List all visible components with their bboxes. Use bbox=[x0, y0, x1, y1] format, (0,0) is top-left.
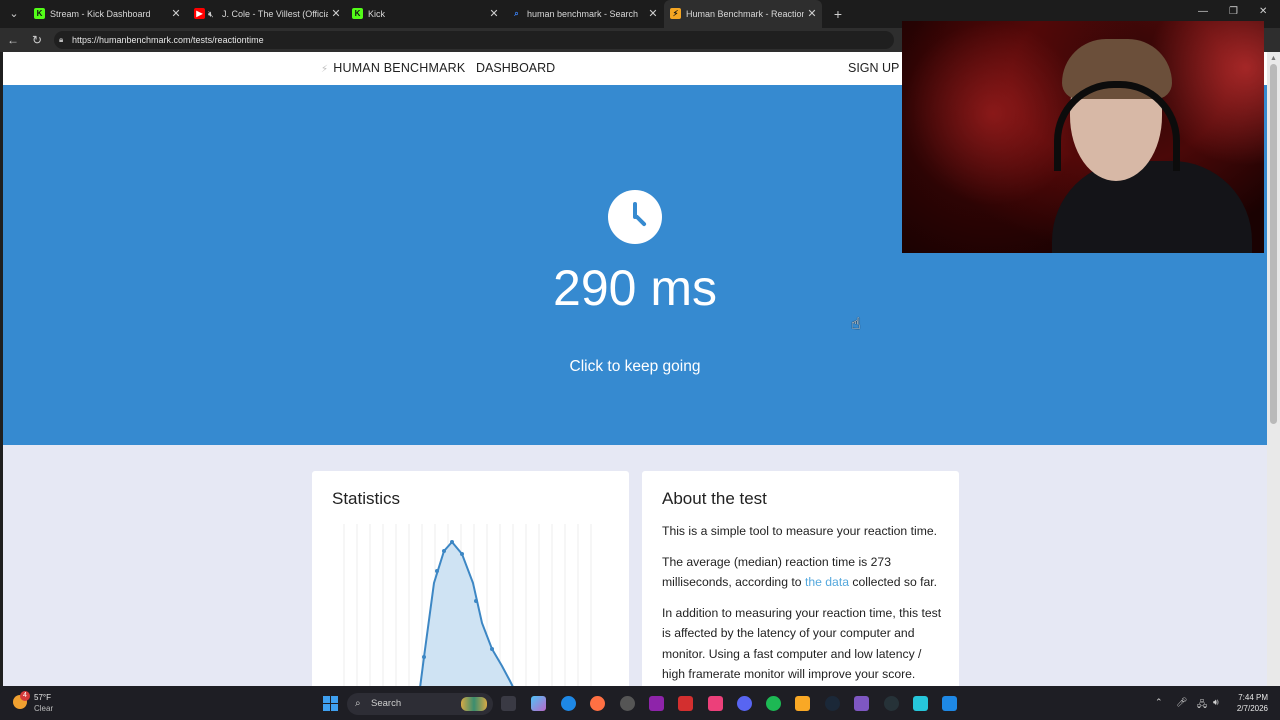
scroll-up-arrow-icon[interactable]: ▲ bbox=[1270, 55, 1277, 62]
about-paragraph-2: The average (median) reaction time is 27… bbox=[662, 552, 942, 593]
about-text-segment: collected so far. bbox=[849, 575, 938, 589]
taskbar-date[interactable]: 2/7/2026 bbox=[1230, 704, 1268, 713]
webcam-overlay bbox=[902, 21, 1264, 253]
statistics-card: Statistics bbox=[312, 471, 629, 686]
app-dark-icon[interactable] bbox=[884, 696, 899, 711]
close-window-icon[interactable]: ✕ bbox=[1259, 6, 1267, 17]
task-view-icon[interactable] bbox=[501, 696, 516, 711]
copilot-icon[interactable] bbox=[531, 696, 546, 711]
statistics-title: Statistics bbox=[332, 489, 401, 508]
windows-start-icon[interactable] bbox=[323, 696, 338, 711]
close-tab-icon[interactable]: ✕ bbox=[330, 0, 342, 28]
the-data-link[interactable]: the data bbox=[805, 575, 849, 589]
tab-actions-menu-icon[interactable]: ⌄ bbox=[4, 4, 24, 24]
tab-title: Kick bbox=[368, 9, 386, 19]
scrollbar-thumb[interactable] bbox=[1270, 64, 1277, 424]
tab-title: J. Cole - The Villest (Official Au bbox=[222, 9, 328, 19]
about-paragraph-1: This is a simple tool to measure your re… bbox=[662, 524, 938, 538]
tab-youtube-video[interactable]: ▶ J. Cole - The Villest (Official Au 🔇︎ … bbox=[188, 0, 346, 28]
clock-icon bbox=[608, 190, 662, 244]
notification-badge: 4 bbox=[20, 691, 30, 701]
lightning-icon: ⚡︎ bbox=[321, 64, 329, 75]
restore-icon[interactable]: ❐ bbox=[1229, 6, 1238, 17]
nav-dashboard-link[interactable]: DASHBOARD bbox=[476, 61, 555, 75]
spotify-icon[interactable] bbox=[766, 696, 781, 711]
page-scrollbar[interactable]: ▲ bbox=[1267, 52, 1280, 686]
about-title: About the test bbox=[662, 489, 767, 508]
reaction-time-distribution-chart bbox=[343, 524, 592, 686]
kick-icon: K bbox=[34, 8, 45, 19]
close-tab-icon[interactable]: ✕ bbox=[488, 0, 500, 28]
site-logo-link[interactable]: ⚡︎ HUMAN BENCHMARK bbox=[321, 61, 465, 75]
click-to-continue-text: Click to keep going bbox=[569, 358, 701, 375]
about-text: This is a simple tool to measure your re… bbox=[662, 521, 942, 686]
taskbar-time[interactable]: 7:44 PM bbox=[1236, 693, 1268, 702]
close-tab-icon[interactable]: ✕ bbox=[806, 0, 818, 28]
tab-title: Stream - Kick Dashboard bbox=[50, 9, 151, 19]
reaction-time-result: 290 ms bbox=[553, 260, 717, 316]
search-icon: ⌕ bbox=[355, 698, 361, 709]
tab-human-benchmark[interactable]: ⚡︎ Human Benchmark - Reaction Tim ✕ bbox=[664, 0, 822, 28]
refresh-icon[interactable]: ↻ bbox=[29, 32, 45, 48]
hand-pointer-cursor-icon: ☝︎ bbox=[851, 316, 861, 333]
app-icon[interactable] bbox=[649, 696, 664, 711]
url-field[interactable]: 🔒︎ https://humanbenchmark.com/tests/reac… bbox=[54, 31, 894, 49]
itunes-icon[interactable] bbox=[708, 696, 723, 711]
tab-title: human benchmark - Search bbox=[527, 9, 639, 19]
clipchamp-icon[interactable] bbox=[854, 696, 869, 711]
close-tab-icon[interactable]: ✕ bbox=[647, 0, 659, 28]
fx-app-icon[interactable] bbox=[942, 696, 957, 711]
url-text: https://humanbenchmark.com/tests/reactio… bbox=[72, 35, 264, 45]
windows-taskbar: 4 57°F Clear ⌕ Search ⌃ 🎤︎ 🖧︎ 🔊︎ 7:44 PM… bbox=[0, 686, 1280, 720]
app-teal-icon[interactable] bbox=[913, 696, 928, 711]
tab-kick-dashboard[interactable]: K Stream - Kick Dashboard ✕ bbox=[28, 0, 186, 28]
microphone-icon[interactable]: 🎤︎ bbox=[1176, 697, 1187, 708]
search-highlight-icon bbox=[461, 697, 487, 711]
about-card: About the test This is a simple tool to … bbox=[642, 471, 959, 686]
network-icon[interactable]: 🖧︎ bbox=[1197, 697, 1207, 713]
minimize-icon[interactable]: — bbox=[1198, 6, 1208, 17]
firefox-icon[interactable] bbox=[590, 696, 605, 711]
youtube-icon: ▶ bbox=[194, 8, 205, 19]
site-logo-text: HUMAN BENCHMARK bbox=[333, 61, 466, 75]
kick-icon: K bbox=[352, 8, 363, 19]
back-arrow-icon[interactable]: ← bbox=[5, 32, 21, 48]
tab-search[interactable]: ⌕ human benchmark - Search ✕ bbox=[505, 0, 663, 28]
close-tab-icon[interactable]: ✕ bbox=[170, 0, 182, 28]
tab-title: Human Benchmark - Reaction Tim bbox=[686, 9, 804, 19]
show-hidden-icons-icon[interactable]: ⌃ bbox=[1155, 697, 1163, 708]
search-icon: ⌕ bbox=[514, 9, 519, 18]
weather-description[interactable]: Clear bbox=[34, 704, 53, 713]
muted-speaker-icon[interactable]: 🔇︎ bbox=[208, 0, 214, 28]
edge-browser-icon[interactable] bbox=[561, 696, 576, 711]
weather-temperature[interactable]: 57°F bbox=[34, 693, 51, 702]
nav-signup-link[interactable]: SIGN UP bbox=[848, 61, 899, 75]
app-red-icon[interactable] bbox=[678, 696, 693, 711]
new-tab-button[interactable]: + bbox=[830, 4, 846, 24]
file-explorer-icon[interactable] bbox=[795, 696, 810, 711]
about-paragraph-3: In addition to measuring your reaction t… bbox=[662, 605, 942, 682]
volume-icon[interactable]: 🔊︎ bbox=[1213, 697, 1219, 708]
obs-icon[interactable] bbox=[620, 696, 635, 711]
tab-kick[interactable]: K Kick ✕ bbox=[346, 0, 504, 28]
lightning-icon: ⚡︎ bbox=[670, 8, 681, 19]
steam-icon[interactable] bbox=[825, 696, 840, 711]
discord-icon[interactable] bbox=[737, 696, 752, 711]
site-info-icon[interactable]: 🔒︎ bbox=[59, 31, 63, 49]
taskbar-search-box[interactable]: ⌕ Search bbox=[347, 693, 493, 715]
taskbar-search-label: Search bbox=[371, 698, 402, 709]
